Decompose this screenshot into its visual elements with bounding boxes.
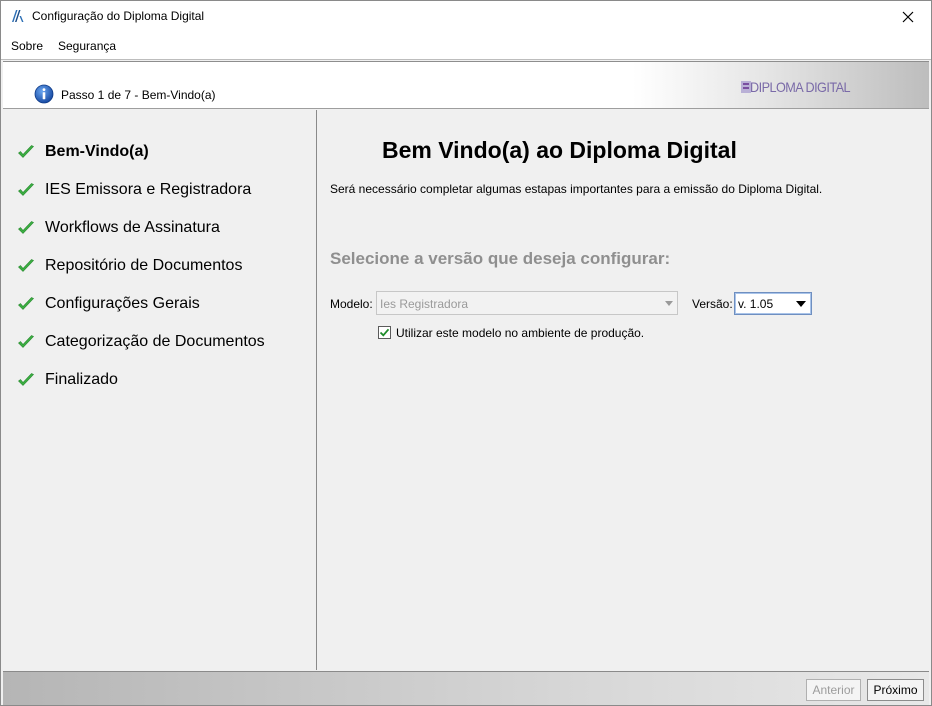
model-select-value: Ies Registradora — [380, 297, 469, 311]
back-button[interactable]: Anterior — [806, 679, 861, 701]
diploma-digital-logo: DIPLOMA DIGITAL — [741, 79, 851, 95]
sidebar-item-label: Repositório de Documentos — [45, 257, 243, 274]
app-logo-icon — [12, 10, 24, 22]
main-content: Bem Vindo(a) ao Diploma Digital Será nec… — [318, 110, 930, 670]
check-icon — [18, 297, 34, 310]
check-icon — [18, 259, 34, 272]
menu-seguranca[interactable]: Segurança — [58, 39, 116, 53]
title-bar: Configuração do Diploma Digital — [1, 1, 931, 32]
close-button[interactable] — [885, 1, 931, 32]
check-icon — [18, 373, 34, 386]
step-header: Passo 1 de 7 - Bem-Vindo(a) DIPLOMA DIGI… — [3, 61, 929, 109]
production-checkbox[interactable] — [378, 326, 391, 339]
sidebar-item-ies-emissora[interactable]: IES Emissora e Registradora — [3, 179, 303, 203]
sidebar-item-repositorio[interactable]: Repositório de Documentos — [3, 255, 303, 279]
sidebar-item-label: Finalizado — [45, 371, 118, 388]
sidebar-item-configuracoes-gerais[interactable]: Configurações Gerais — [3, 293, 303, 317]
chevron-down-icon — [796, 301, 806, 307]
close-icon — [902, 11, 914, 22]
checkmark-icon — [379, 328, 390, 337]
info-icon — [34, 84, 54, 104]
menu-bar: Sobre Segurança — [1, 32, 931, 60]
sidebar-item-label: Workflows de Assinatura — [45, 219, 220, 236]
window-title: Configuração do Diploma Digital — [32, 9, 205, 23]
version-section-title: Selecione a versão que deseja configurar… — [330, 249, 671, 268]
model-select: Ies Registradora — [376, 291, 678, 315]
wizard-footer: Anterior Próximo — [3, 671, 929, 705]
sidebar-item-label: Configurações Gerais — [45, 295, 200, 312]
version-select-value: v. 1.05 — [738, 297, 774, 311]
sidebar-item-label: Bem-Vindo(a) — [45, 143, 149, 160]
svg-text:DIPLOMA DIGITAL: DIPLOMA DIGITAL — [750, 79, 851, 95]
step-indicator: Passo 1 de 7 - Bem-Vindo(a) — [61, 88, 216, 102]
sidebar-item-label: IES Emissora e Registradora — [45, 181, 252, 198]
sidebar-item-bem-vindo[interactable]: Bem-Vindo(a) — [3, 141, 303, 165]
check-icon — [18, 221, 34, 234]
page-title: Bem Vindo(a) ao Diploma Digital — [382, 137, 737, 163]
production-checkbox-label: Utilizar este modelo no ambiente de prod… — [396, 326, 645, 340]
chevron-down-icon — [665, 301, 673, 306]
sidebar-item-label: Categorização de Documentos — [45, 333, 265, 350]
version-select[interactable]: v. 1.05 — [734, 292, 812, 315]
page-description: Será necessário completar algumas estapa… — [330, 182, 823, 196]
menu-sobre[interactable]: Sobre — [11, 39, 43, 53]
check-icon — [18, 335, 34, 348]
check-icon — [18, 183, 34, 196]
model-label: Modelo: — [330, 297, 373, 311]
setup-window: Configuração do Diploma Digital Sobre Se… — [0, 0, 932, 706]
sidebar-item-workflows[interactable]: Workflows de Assinatura — [3, 217, 303, 241]
steps-sidebar: Bem-Vindo(a) IES Emissora e Registradora… — [3, 110, 317, 670]
version-label: Versão: — [692, 297, 733, 311]
check-icon — [18, 145, 34, 158]
sidebar-item-finalizado[interactable]: Finalizado — [3, 369, 303, 393]
next-button[interactable]: Próximo — [867, 679, 924, 701]
sidebar-item-categorizacao[interactable]: Categorização de Documentos — [3, 331, 303, 355]
